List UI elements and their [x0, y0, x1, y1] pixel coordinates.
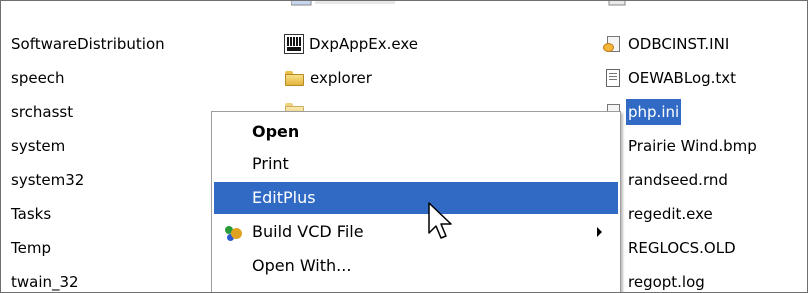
exe-icon — [284, 34, 304, 54]
menu-item-label: Print — [252, 154, 289, 173]
partial-exe-icon — [290, 1, 401, 7]
list-item[interactable]: SoftwareDistribution — [9, 31, 167, 57]
partial-file-icon — [607, 1, 627, 7]
item-label: twain_32 — [11, 273, 79, 291]
file-list-view: SoftwareDistribution speech srchasst sys… — [0, 0, 808, 293]
menu-item-build-vcd-file[interactable]: Build VCD File — [214, 216, 618, 248]
item-label: OEWABLog.txt — [628, 69, 737, 87]
folder-icon — [284, 68, 305, 88]
item-label: explorer — [310, 69, 372, 87]
item-label: randseed.rnd — [628, 171, 728, 189]
list-item[interactable]: system32 — [9, 167, 86, 193]
item-label: Temp — [11, 239, 51, 257]
item-label: speech — [11, 69, 65, 87]
list-item[interactable]: DxpAppEx.exe — [284, 31, 420, 57]
item-label: REGLOCS.OLD — [628, 239, 736, 257]
list-item[interactable]: srchasst — [9, 99, 75, 125]
vcd-icon — [224, 223, 244, 241]
list-item[interactable]: Prairie Wind.bmp — [603, 133, 759, 159]
mouse-pointer-icon — [428, 202, 452, 239]
item-label: system — [11, 137, 66, 155]
list-item[interactable]: OEWABLog.txt — [603, 65, 738, 91]
item-label: system32 — [11, 171, 85, 189]
menu-item-open[interactable]: Open — [214, 116, 618, 148]
submenu-arrow-icon — [597, 227, 602, 237]
menu-item-label: Open — [252, 122, 300, 141]
menu-item-editplus[interactable]: EditPlus — [214, 182, 618, 214]
list-item[interactable]: speech — [9, 65, 67, 91]
item-label: regopt.log — [628, 273, 705, 291]
menu-item-label: EditPlus — [252, 188, 316, 207]
item-label: php.ini — [626, 99, 682, 125]
list-item[interactable]: system — [9, 133, 67, 159]
item-label: ODBCINST.INI — [628, 35, 730, 53]
item-label: srchasst — [11, 103, 74, 121]
item-label: Tasks — [11, 205, 52, 223]
item-label: regedit.exe — [628, 205, 713, 223]
list-item[interactable]: ODBCINST.INI — [603, 31, 731, 57]
item-label: Prairie Wind.bmp — [628, 137, 757, 155]
menu-item-print[interactable]: Print — [214, 148, 618, 180]
menu-item-label: Build VCD File — [252, 222, 364, 241]
list-item[interactable]: randseed.rnd — [603, 167, 730, 193]
list-item[interactable]: Temp — [9, 235, 53, 261]
menu-item-label: Open With... — [252, 256, 352, 275]
list-item[interactable]: REGLOCS.OLD — [603, 235, 738, 261]
list-item[interactable]: explorer — [284, 65, 374, 91]
item-label: SoftwareDistribution — [11, 35, 165, 53]
list-item[interactable]: twain_32 — [9, 269, 81, 292]
menu-item-open-with[interactable]: Open With... — [214, 250, 618, 282]
text-file-icon — [603, 68, 623, 88]
item-label: DxpAppEx.exe — [309, 35, 418, 53]
ini-file-icon — [603, 34, 623, 54]
list-item[interactable]: Tasks — [9, 201, 53, 227]
context-menu: Open Print EditPlus Build VCD File Open … — [211, 111, 621, 292]
